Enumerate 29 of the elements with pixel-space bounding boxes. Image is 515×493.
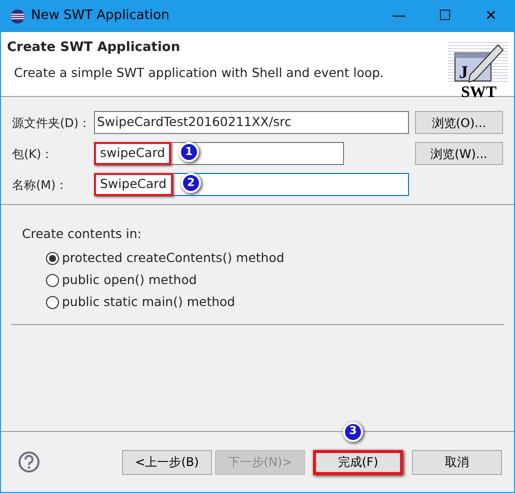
group-label: Create contents in: (22, 225, 142, 243)
minimize-button[interactable]: — (376, 6, 422, 26)
page-title: Create SWT Application (7, 40, 182, 56)
page-description: Create a simple SWT application with Shell and event loop. (14, 64, 385, 82)
dialog-button[interactable]: 取消 (412, 450, 502, 474)
help-icon[interactable] (18, 451, 40, 473)
radio-button[interactable] (46, 252, 59, 266)
radio-button[interactable] (46, 274, 59, 288)
radio-button[interactable] (46, 296, 59, 310)
dialog-button[interactable]: 完成(F) (313, 450, 403, 474)
field-label: 包(K)： (12, 146, 54, 162)
dialog-button[interactable]: <上一步(B) (122, 450, 212, 474)
input-field[interactable]: SwipeCardTest20160211XX/src (94, 111, 409, 134)
radio-option[interactable]: public static main() method (46, 292, 493, 314)
window-title: New SWT Application (31, 7, 170, 26)
field-label: 源文件夹(D)： (12, 114, 92, 132)
radio-label: public open() method (62, 271, 197, 290)
radio-label: protected createContents() method (62, 249, 284, 268)
app-icon (10, 8, 25, 24)
radio-option[interactable]: public open() method (46, 270, 493, 292)
annotation-badge: 3 (343, 422, 363, 442)
maximize-button[interactable]: ☐ (422, 6, 468, 26)
swt-logo: J SWT (448, 40, 508, 100)
browse-button[interactable]: 浏览(W)... (415, 142, 503, 165)
field-label: 名称(M)： (12, 176, 69, 194)
browse-button[interactable]: 浏览(O)... (415, 111, 503, 134)
close-button[interactable]: ✕ (468, 6, 514, 26)
radio-label: public static main() method (62, 293, 236, 312)
radio-option[interactable]: protected createContents() method (46, 248, 493, 270)
